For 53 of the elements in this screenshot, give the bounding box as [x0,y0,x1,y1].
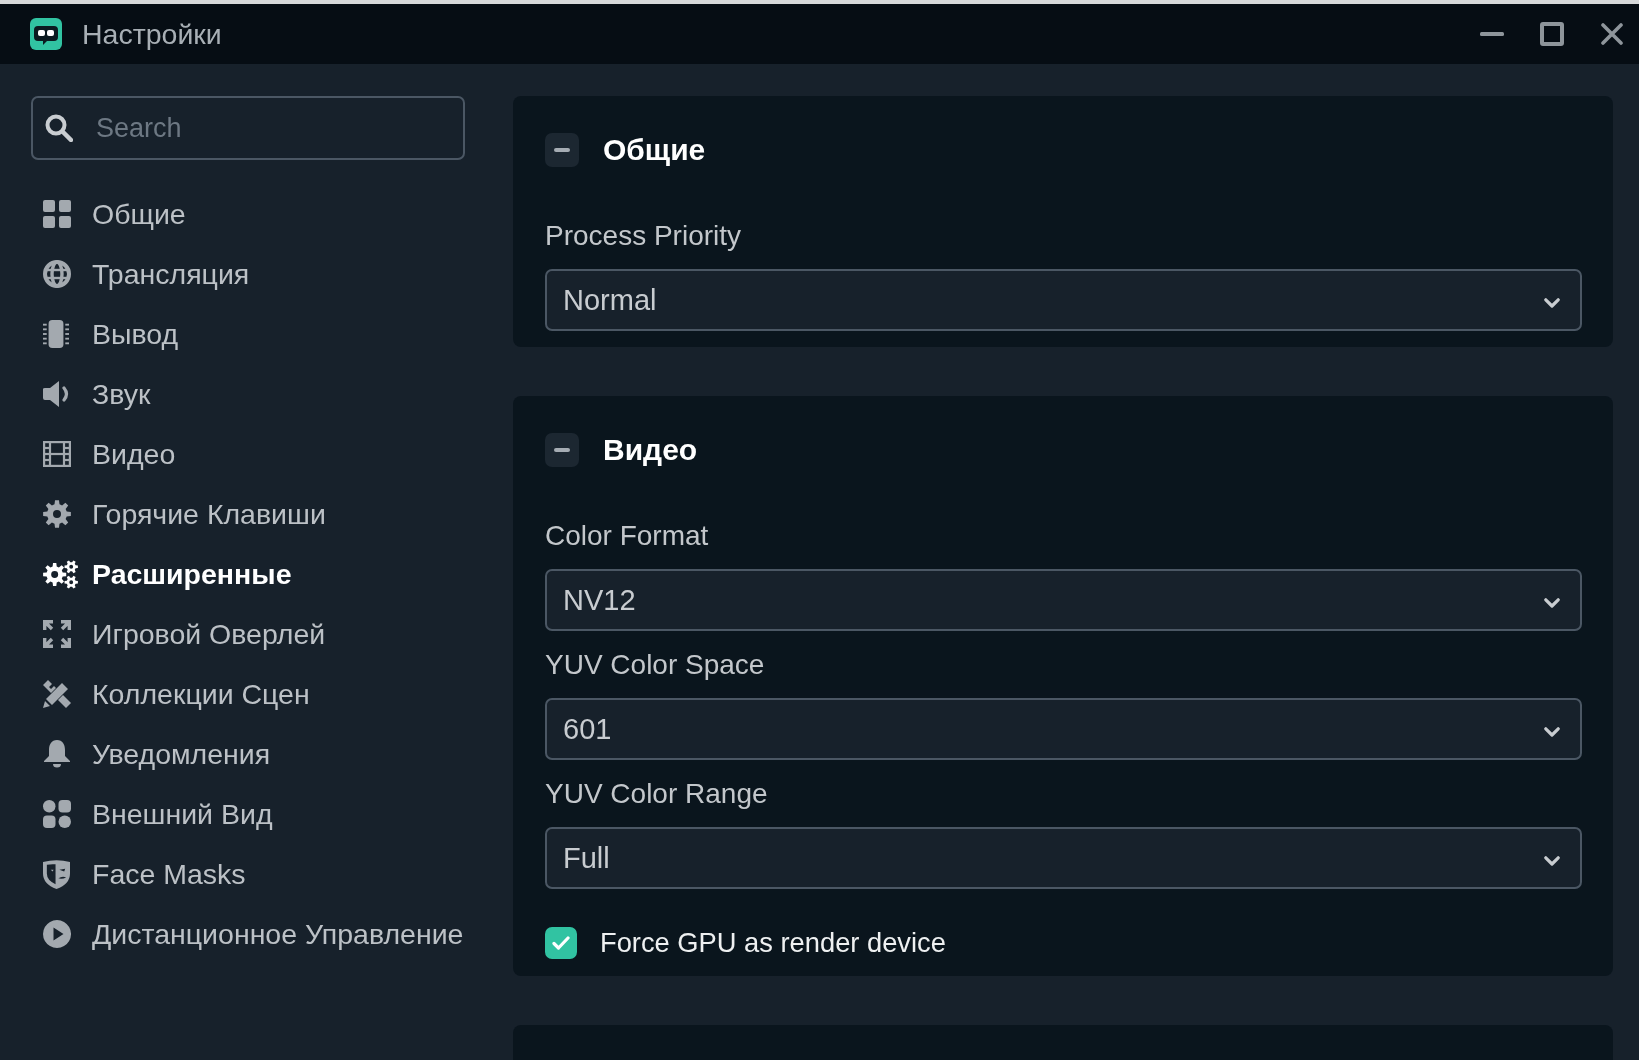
close-icon [1601,23,1623,45]
section-title: Общие [603,133,706,167]
chevron-down-icon [1544,727,1560,737]
pencil-ruler-icon [43,680,71,708]
gears-icon [43,559,78,589]
sidebar-item[interactable]: Игровой Оверлей [31,604,326,664]
maximize-icon [1540,22,1564,46]
sidebar-item[interactable]: Горячие Клавиши [31,484,326,544]
sidebar-item[interactable]: Face Masks [31,844,246,904]
sidebar-item[interactable]: Внешний Вид [31,784,273,844]
field-label: Color Format [545,519,709,553]
sidebar-item[interactable]: Общие [31,184,186,244]
collapse-button[interactable] [545,433,579,467]
dropdown-field[interactable]: 601 [545,698,1582,760]
field-label: Process Priority [545,219,742,253]
window-title: Настройки [82,17,222,51]
gear-icon [43,500,71,528]
dropdown-field[interactable]: Full [545,827,1582,889]
film-icon [43,441,71,467]
sidebar-item[interactable]: Расширенные [31,544,292,604]
minimize-icon [1480,32,1504,36]
section-title: Видео [603,433,698,467]
sidebar-item[interactable]: Видео [31,424,176,484]
dropdown-field[interactable]: NV12 [545,569,1582,631]
expand-arrows-icon [43,620,71,648]
robot-face-icon [30,18,62,50]
grid-icon [43,200,71,228]
check-icon [552,936,570,950]
dropdown-field[interactable]: Normal [545,269,1582,331]
chevron-down-icon [1544,856,1560,866]
minus-icon [554,448,570,452]
collapse-button[interactable] [545,133,579,167]
bell-icon [43,740,71,768]
sidebar-item[interactable]: Коллекции Сцен [31,664,310,724]
sidebar-item[interactable]: Дистанционное Управление [31,904,464,964]
field-label: YUV Color Space [545,648,765,682]
checkbox-label: Force GPU as render device [600,927,946,959]
field-label: YUV Color Range [545,777,768,811]
sidebar-item[interactable]: Вывод [31,304,179,364]
chip-icon [43,320,69,348]
search-icon [45,114,73,142]
sidebar-item[interactable]: Трансляция [31,244,250,304]
sidebar-item[interactable]: Уведомления [31,724,271,784]
globe-icon [43,260,71,288]
chevron-down-icon [1544,298,1560,308]
search-field[interactable]: Search [31,96,465,160]
minus-icon [554,148,570,152]
shield-mask-icon [43,859,70,889]
chevron-down-icon [1544,598,1560,608]
shapes-icon [43,800,71,828]
checkbox[interactable] [545,927,577,959]
sidebar-item[interactable]: Звук [31,364,151,424]
speaker-icon [43,380,71,408]
